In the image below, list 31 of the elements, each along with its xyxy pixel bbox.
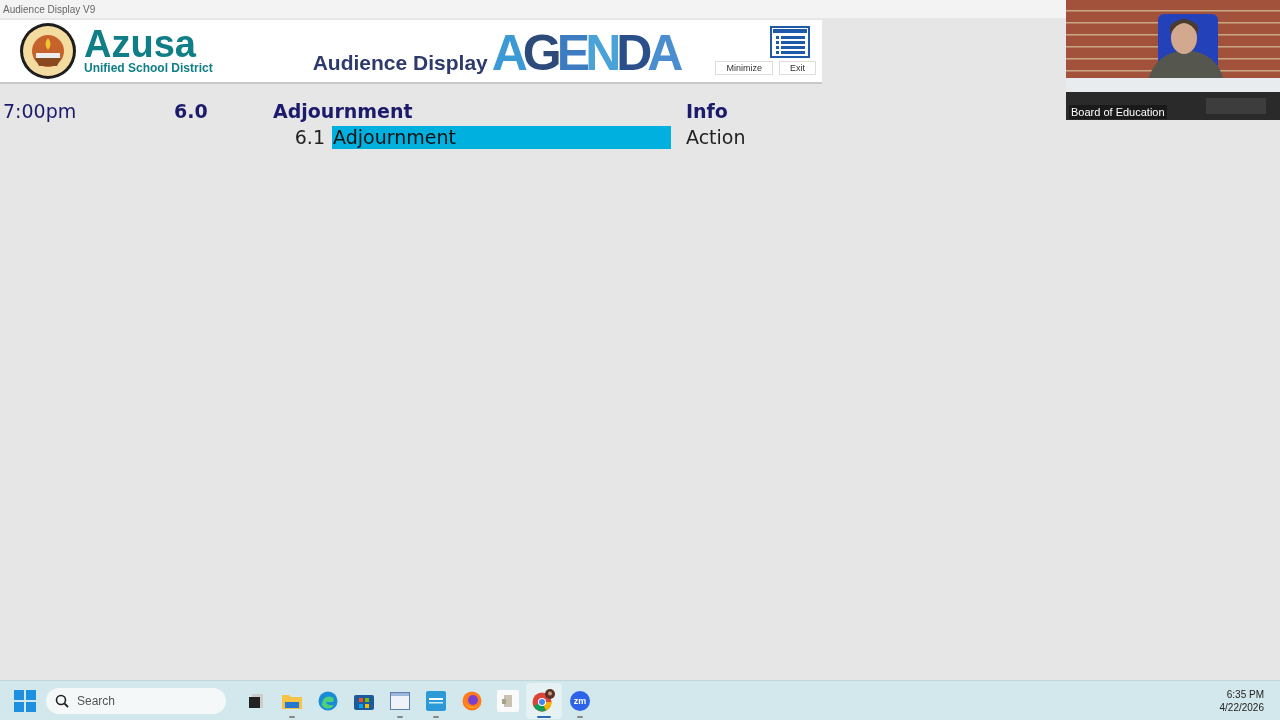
minimize-button[interactable]: Minimize [715, 61, 773, 75]
subitem-title[interactable]: Adjournment [332, 125, 671, 149]
folder-icon[interactable] [282, 692, 302, 709]
item-type: Info [686, 100, 729, 122]
clock-time[interactable]: 6:35 PM [1226, 687, 1264, 701]
item-title: Adjournment [273, 100, 414, 122]
zoom-icon[interactable]: zm [570, 690, 590, 711]
label-printer-icon[interactable] [426, 690, 446, 711]
subitem-type: Action [685, 126, 747, 148]
agenda-logo: AGENDA [491, 24, 679, 83]
participant-name: Board of Education [1069, 105, 1167, 119]
task-view-icon[interactable] [248, 692, 264, 709]
district-subtitle: Unified School District [84, 61, 213, 75]
item-time: 7:00pm [3, 100, 78, 122]
item-number: 6.0 [174, 100, 209, 122]
edge-icon[interactable] [318, 690, 338, 711]
district-seal-icon [19, 22, 79, 80]
display-title: Audience Display [312, 51, 488, 75]
district-name: Azusa [84, 27, 196, 61]
search-field[interactable]: Search [46, 687, 226, 714]
exit-button[interactable]: Exit [779, 61, 816, 75]
firefox-icon[interactable] [462, 690, 482, 711]
window-icon[interactable] [390, 691, 410, 710]
search-icon [55, 693, 69, 708]
subitem-number: 6.1 [293, 126, 325, 148]
chrome-icon[interactable] [532, 688, 556, 713]
app-icon[interactable] [497, 689, 519, 712]
list-icon[interactable] [770, 26, 810, 58]
window-title: Audience Display V9 [0, 0, 1066, 18]
start-icon[interactable] [14, 689, 36, 712]
clock-date[interactable]: 4/22/2026 [1219, 700, 1264, 714]
